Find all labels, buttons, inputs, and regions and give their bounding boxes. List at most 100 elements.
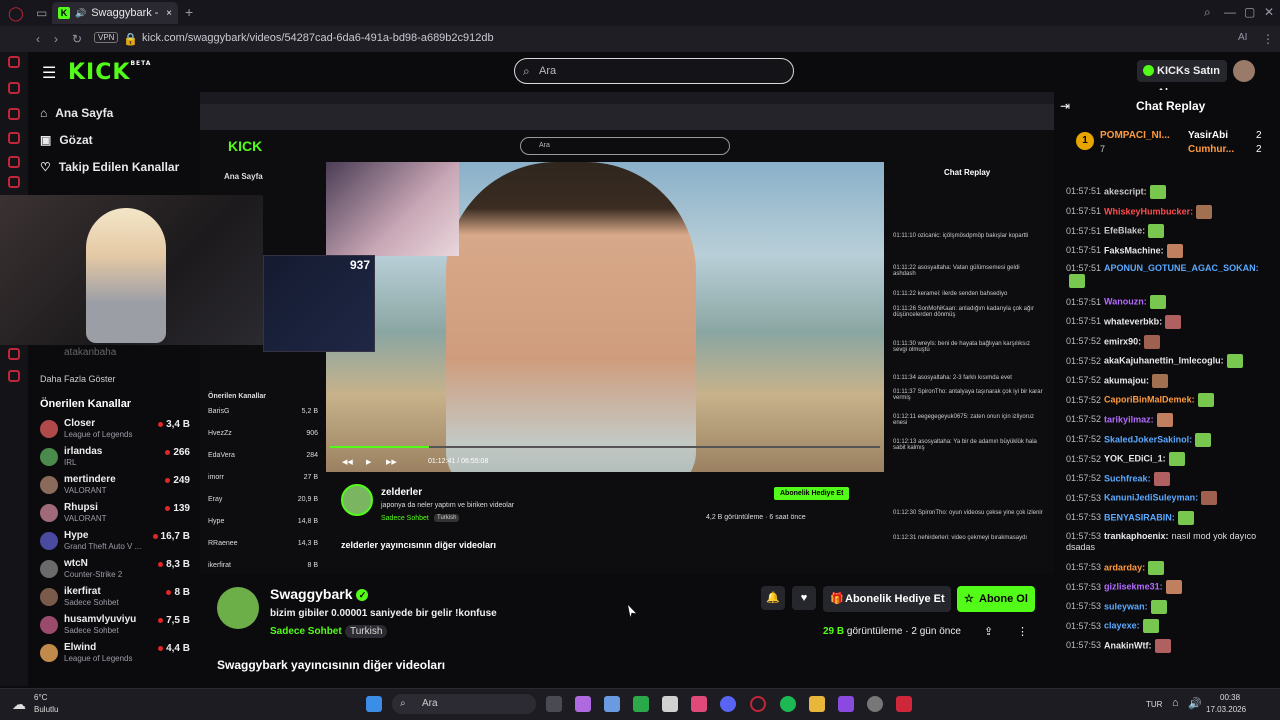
vpn-badge[interactable]: VPN xyxy=(94,32,119,43)
close-tab-icon[interactable]: × xyxy=(166,8,172,19)
channel-item[interactable]: irlandas IRL 266 xyxy=(40,446,190,468)
chat-username[interactable]: akaKajuhanettin_lmlecoglu: xyxy=(1104,356,1224,366)
chat-username[interactable]: CaporiBinMalDemek: xyxy=(1104,395,1195,405)
app-icon[interactable] xyxy=(896,696,912,712)
notification-bell-button[interactable]: 🔔 xyxy=(761,586,785,610)
chat-username[interactable]: AnakinWtf: xyxy=(1104,640,1152,650)
hamburger-menu-icon[interactable]: ☰ xyxy=(42,63,56,83)
chat-username[interactable]: tarikyilmaz: xyxy=(1104,414,1154,424)
taskbar-search[interactable]: ⌕ Ara xyxy=(392,694,536,714)
back-icon[interactable]: ‹ xyxy=(36,32,40,46)
tab-swaggybark[interactable]: K 🔊 Swaggybark - Watch th × xyxy=(52,2,178,24)
share-icon[interactable]: ⇪ xyxy=(984,625,993,638)
close-window-icon[interactable]: ✕ xyxy=(1264,5,1274,19)
chat-username[interactable]: emirx90: xyxy=(1104,336,1141,346)
extension-icon[interactable] xyxy=(8,348,20,360)
steam-icon[interactable] xyxy=(867,696,883,712)
url-field[interactable]: kick.com/swaggybark/videos/54287cad-6da6… xyxy=(142,32,494,44)
channel-name[interactable]: Swaggybark ✓ xyxy=(270,586,369,602)
wallet-icon[interactable] xyxy=(8,156,20,168)
home-icon[interactable] xyxy=(8,56,20,68)
chat-username[interactable]: KanuniJediSuleyman: xyxy=(1104,493,1198,503)
chat-username[interactable]: whateverbkb: xyxy=(1104,316,1162,326)
follow-heart-button[interactable]: ♥ xyxy=(792,586,816,610)
emote-icon xyxy=(1150,599,1167,614)
chat-username[interactable]: FaksMachine: xyxy=(1104,245,1164,255)
chat-username[interactable]: BENYASIRABIN: xyxy=(1104,512,1175,522)
new-tab-icon[interactable]: + xyxy=(185,4,193,20)
file-explorer-icon[interactable] xyxy=(809,696,825,712)
channel-item[interactable]: ikerfirat Sadece Sohbet 8 B xyxy=(40,586,190,608)
clock-time[interactable]: 00:38 xyxy=(1220,693,1240,702)
search-tabs-icon[interactable]: ⌕ xyxy=(1204,5,1211,20)
channel-item[interactable]: Hype Grand Theft Auto V ... 16,7 B xyxy=(40,530,190,552)
forward-icon[interactable]: › xyxy=(54,32,58,46)
chat-username[interactable]: trankaphoenix: xyxy=(1104,531,1169,541)
store-icon[interactable] xyxy=(662,696,678,712)
chat-username[interactable]: clayexe: xyxy=(1104,621,1140,631)
figma-icon[interactable] xyxy=(691,696,707,712)
opera-taskbar-icon[interactable] xyxy=(750,696,766,712)
chat-username[interactable]: akescript: xyxy=(1104,186,1147,196)
start-windows-icon[interactable] xyxy=(366,696,382,712)
copilot-icon[interactable] xyxy=(575,696,591,712)
clock-date[interactable]: 17.03.2026 xyxy=(1206,705,1246,714)
category-link[interactable]: Sadece Sohbet xyxy=(270,626,342,637)
chat-username[interactable]: EfeBlake: xyxy=(1104,226,1145,236)
chat-username[interactable]: Suchfreak: xyxy=(1104,473,1151,483)
nav-browse[interactable]: ▣ Gözat xyxy=(40,133,93,147)
chat-username[interactable]: suleywan: xyxy=(1104,601,1148,611)
language-tag[interactable]: Turkish xyxy=(345,625,388,638)
kicks-buy-button[interactable]: KICKs Satın Al xyxy=(1137,60,1227,99)
chat-username[interactable]: gizlisekme31: xyxy=(1104,582,1163,592)
gift-sub-button[interactable]: 🎁 Abonelik Hediye Et xyxy=(823,586,951,612)
chat-username[interactable]: APONUN_GOTUNE_AGAC_SOKAN: xyxy=(1104,263,1259,273)
chat-username[interactable]: Wanouzn: xyxy=(1104,297,1147,307)
reload-icon[interactable]: ↻ xyxy=(72,32,82,46)
task-view-icon[interactable] xyxy=(546,696,562,712)
nav-home[interactable]: ⌂ Ana Sayfa xyxy=(40,106,113,120)
xbox-icon[interactable] xyxy=(633,696,649,712)
collapse-chat-icon[interactable]: ⇥ xyxy=(1060,99,1070,113)
search-input[interactable]: ⌕ Ara xyxy=(514,58,794,84)
settings-icon[interactable] xyxy=(8,370,20,382)
discord-icon[interactable] xyxy=(720,696,736,712)
history-icon[interactable] xyxy=(8,108,20,120)
opera-logo-icon[interactable]: ◯ xyxy=(8,5,24,22)
chat-username[interactable]: akumajou: xyxy=(1104,375,1149,385)
kick-logo[interactable]: KICKBETA xyxy=(68,60,151,85)
volume-icon[interactable]: 🔊 xyxy=(1188,697,1202,710)
channel-item[interactable]: Elwind League of Legends 4,4 B xyxy=(40,642,190,664)
subscribe-button[interactable]: ☆ Abone Ol xyxy=(957,586,1035,612)
spotify-icon[interactable] xyxy=(780,696,796,712)
chat-timestamp: 01:57:53 xyxy=(1066,492,1102,503)
language-indicator[interactable]: TUR xyxy=(1146,700,1162,709)
network-icon[interactable]: ⌂ xyxy=(1172,697,1179,709)
channel-avatar[interactable] xyxy=(217,587,259,629)
app-icon[interactable] xyxy=(838,696,854,712)
app-icon[interactable] xyxy=(604,696,620,712)
minimize-icon[interactable]: — xyxy=(1224,5,1236,19)
channel-item[interactable]: wtcN Counter-Strike 2 8,3 B xyxy=(40,558,190,580)
channel-item[interactable]: husamvlyuviyu Sadece Sohbet 7,5 B xyxy=(40,614,190,636)
show-more-link[interactable]: Daha Fazla Göster xyxy=(40,374,116,384)
ai-button[interactable]: AI xyxy=(1238,32,1247,43)
user-avatar[interactable] xyxy=(1233,60,1255,82)
maximize-icon[interactable]: ▢ xyxy=(1244,5,1255,19)
channel-item[interactable]: Closer League of Legends 3,4 B xyxy=(40,418,190,440)
weather-cloud-icon[interactable]: ☁ xyxy=(12,696,26,713)
more-options-icon[interactable]: ⋮ xyxy=(1017,625,1028,638)
feed-icon[interactable] xyxy=(8,82,20,94)
channel-item[interactable]: Rhupsi VALORANT 139 xyxy=(40,502,190,524)
chat-username[interactable]: ardarday: xyxy=(1104,562,1145,572)
chat-username[interactable]: SkaledJokerSakinol: xyxy=(1104,434,1192,444)
tab-menu-icon[interactable]: ▭ xyxy=(36,6,47,20)
bag-icon[interactable] xyxy=(8,132,20,144)
chat-username[interactable]: YOK_EDiCi_1: xyxy=(1104,454,1166,464)
followed-user[interactable]: atakanbaha xyxy=(64,347,116,358)
channel-item[interactable]: mertindere VALORANT 249 xyxy=(40,474,190,496)
nav-following[interactable]: ♡ Takip Edilen Kanallar xyxy=(40,160,179,174)
menu-dots-icon[interactable]: ⋮ xyxy=(1262,32,1274,46)
chat-username[interactable]: WhiskeyHumbucker: xyxy=(1104,206,1193,216)
pin-icon[interactable] xyxy=(8,176,20,188)
